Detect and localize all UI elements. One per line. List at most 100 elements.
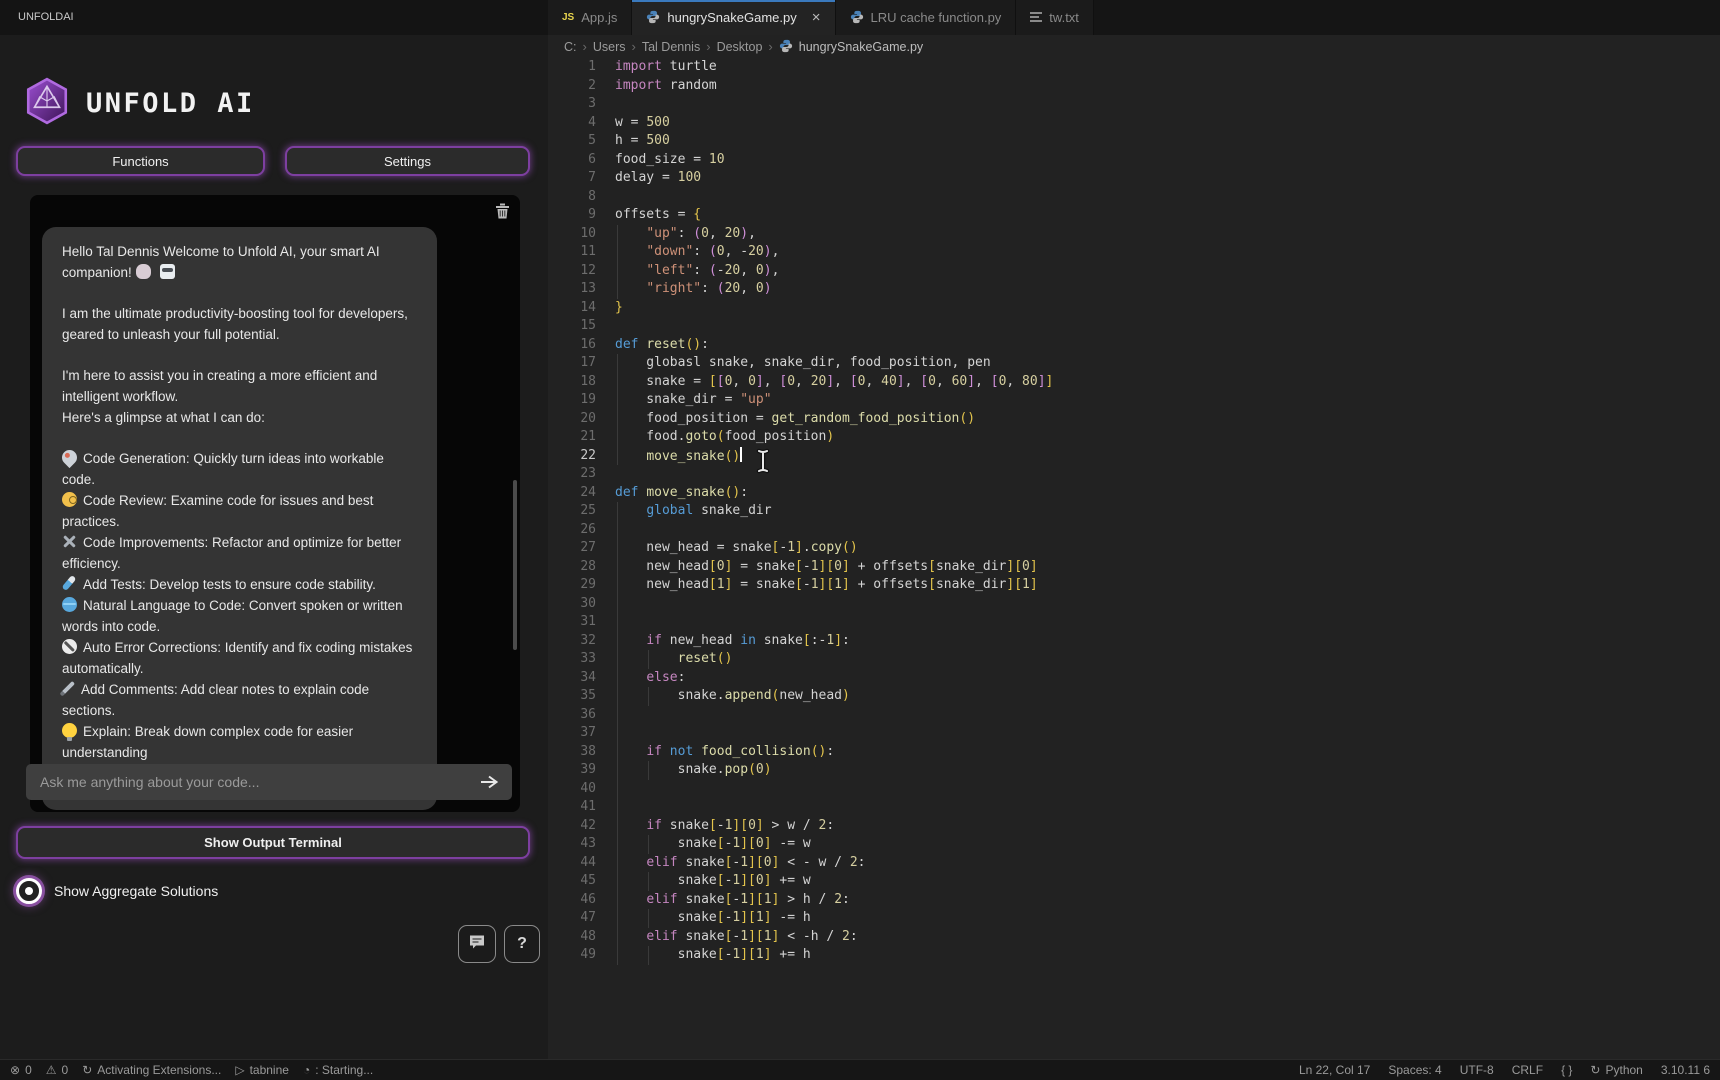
close-icon[interactable]: × [812,10,821,25]
gutter-line[interactable]: 49 [548,946,596,965]
help-button[interactable]: ? [504,925,540,963]
gutter-line[interactable]: 37 [548,724,596,743]
code-line[interactable]: else: [615,669,1720,688]
status-item[interactable]: ↻Python [1590,1063,1642,1077]
status-item[interactable]: ⚠0 [46,1063,68,1077]
code-column[interactable]: import turtleimport randomw = 500h = 500… [596,58,1720,1059]
code-line[interactable]: def reset(): [615,336,1720,355]
tab-App.js[interactable]: JSApp.js [548,0,632,35]
code-line[interactable] [615,780,1720,799]
send-icon[interactable] [478,774,500,790]
gutter-line[interactable]: 45 [548,872,596,891]
code-line[interactable]: move_snake() [615,447,1720,466]
code-line[interactable]: snake[-1][0] -= w [615,835,1720,854]
status-item[interactable]: ↻Activating Extensions... [82,1063,221,1077]
status-item[interactable]: Ln 22, Col 17 [1299,1063,1370,1077]
gutter-line[interactable]: 34 [548,669,596,688]
tab-tw.txt[interactable]: tw.txt [1016,0,1094,35]
feedback-button[interactable] [458,925,496,963]
code-line[interactable] [615,521,1720,540]
code-line[interactable]: elif snake[-1][1] < -h / 2: [615,928,1720,947]
tab-hungrySnakeGame.py[interactable]: hungrySnakeGame.py× [632,0,835,35]
code-line[interactable] [615,595,1720,614]
gutter-line[interactable]: 33 [548,650,596,669]
chat-scrollbar[interactable] [513,480,517,650]
gutter-line[interactable]: 40 [548,780,596,799]
status-item[interactable]: 3.10.11 6 [1661,1063,1710,1077]
gutter-line[interactable]: 13 [548,280,596,299]
gutter-line[interactable]: 26 [548,521,596,540]
code-line[interactable] [615,798,1720,817]
gutter[interactable]: 1234567891011121314151617181920212223242… [548,58,596,1059]
gutter-line[interactable]: 11 [548,243,596,262]
gutter-line[interactable]: 20 [548,410,596,429]
gutter-line[interactable]: 4 [548,114,596,133]
tab-LRU cache function.py[interactable]: LRU cache function.py [836,0,1017,35]
code-line[interactable]: globasl snake, snake_dir, food_position,… [615,354,1720,373]
code-line[interactable] [615,188,1720,207]
gutter-line[interactable]: 47 [548,909,596,928]
chat-input[interactable] [38,773,478,791]
gutter-line[interactable]: 7 [548,169,596,188]
gutter-line[interactable]: 35 [548,687,596,706]
gutter-line[interactable]: 25 [548,502,596,521]
gutter-line[interactable]: 3 [548,95,596,114]
code-line[interactable] [615,465,1720,484]
gutter-line[interactable]: 43 [548,835,596,854]
gutter-line[interactable]: 31 [548,613,596,632]
gutter-line[interactable]: 38 [548,743,596,762]
trash-icon[interactable] [495,203,510,224]
breadcrumb-item[interactable]: Users [593,40,626,54]
gutter-line[interactable]: 30 [548,595,596,614]
code-line[interactable]: food_position = get_random_food_position… [615,410,1720,429]
gutter-line[interactable]: 8 [548,188,596,207]
gutter-line[interactable]: 12 [548,262,596,281]
status-item[interactable]: Spaces: 4 [1388,1063,1441,1077]
code-line[interactable]: elif snake[-1][0] < - w / 2: [615,854,1720,873]
aggregate-solutions-radio[interactable] [16,878,42,904]
code-line[interactable] [615,317,1720,336]
gutter-line[interactable]: 18 [548,373,596,392]
code-line[interactable]: snake = [[0, 0], [0, 20], [0, 40], [0, 6… [615,373,1720,392]
settings-button[interactable]: Settings [285,146,530,176]
gutter-line[interactable]: 10 [548,225,596,244]
gutter-line[interactable]: 5 [548,132,596,151]
gutter-line[interactable]: 16 [548,336,596,355]
status-item[interactable]: ◔: Starting... [303,1063,373,1077]
gutter-line[interactable]: 29 [548,576,596,595]
show-output-terminal-button[interactable]: Show Output Terminal [16,826,530,859]
code-line[interactable]: } [615,299,1720,318]
gutter-line[interactable]: 15 [548,317,596,336]
code-line[interactable]: "down": (0, -20), [615,243,1720,262]
gutter-line[interactable]: 41 [548,798,596,817]
code-line[interactable]: new_head = snake[-1].copy() [615,539,1720,558]
code-line[interactable]: new_head[1] = snake[-1][1] + offsets[sna… [615,576,1720,595]
breadcrumb-file[interactable]: hungrySnakeGame.py [799,40,923,54]
gutter-line[interactable]: 23 [548,465,596,484]
status-item[interactable]: ⊗0 [10,1063,32,1077]
gutter-line[interactable]: 24 [548,484,596,503]
code-line[interactable] [615,724,1720,743]
functions-button[interactable]: Functions [16,146,265,176]
code-line[interactable]: w = 500 [615,114,1720,133]
code-line[interactable] [615,613,1720,632]
code-line[interactable]: "left": (-20, 0), [615,262,1720,281]
code-line[interactable]: if snake[-1][0] > w / 2: [615,817,1720,836]
code-line[interactable]: offsets = { [615,206,1720,225]
code-line[interactable]: snake_dir = "up" [615,391,1720,410]
gutter-line[interactable]: 28 [548,558,596,577]
code-line[interactable]: snake[-1][1] -= h [615,909,1720,928]
status-item[interactable]: ▷tabnine [235,1063,289,1077]
gutter-line[interactable]: 27 [548,539,596,558]
code-line[interactable]: "up": (0, 20), [615,225,1720,244]
gutter-line[interactable]: 6 [548,151,596,170]
code-line[interactable]: delay = 100 [615,169,1720,188]
code-line[interactable]: new_head[0] = snake[-1][0] + offsets[sna… [615,558,1720,577]
gutter-line[interactable]: 42 [548,817,596,836]
code-line[interactable]: def move_snake(): [615,484,1720,503]
code-line[interactable]: h = 500 [615,132,1720,151]
code-line[interactable]: elif snake[-1][1] > h / 2: [615,891,1720,910]
gutter-line[interactable]: 17 [548,354,596,373]
breadcrumb-item[interactable]: C: [564,40,577,54]
gutter-line[interactable]: 21 [548,428,596,447]
